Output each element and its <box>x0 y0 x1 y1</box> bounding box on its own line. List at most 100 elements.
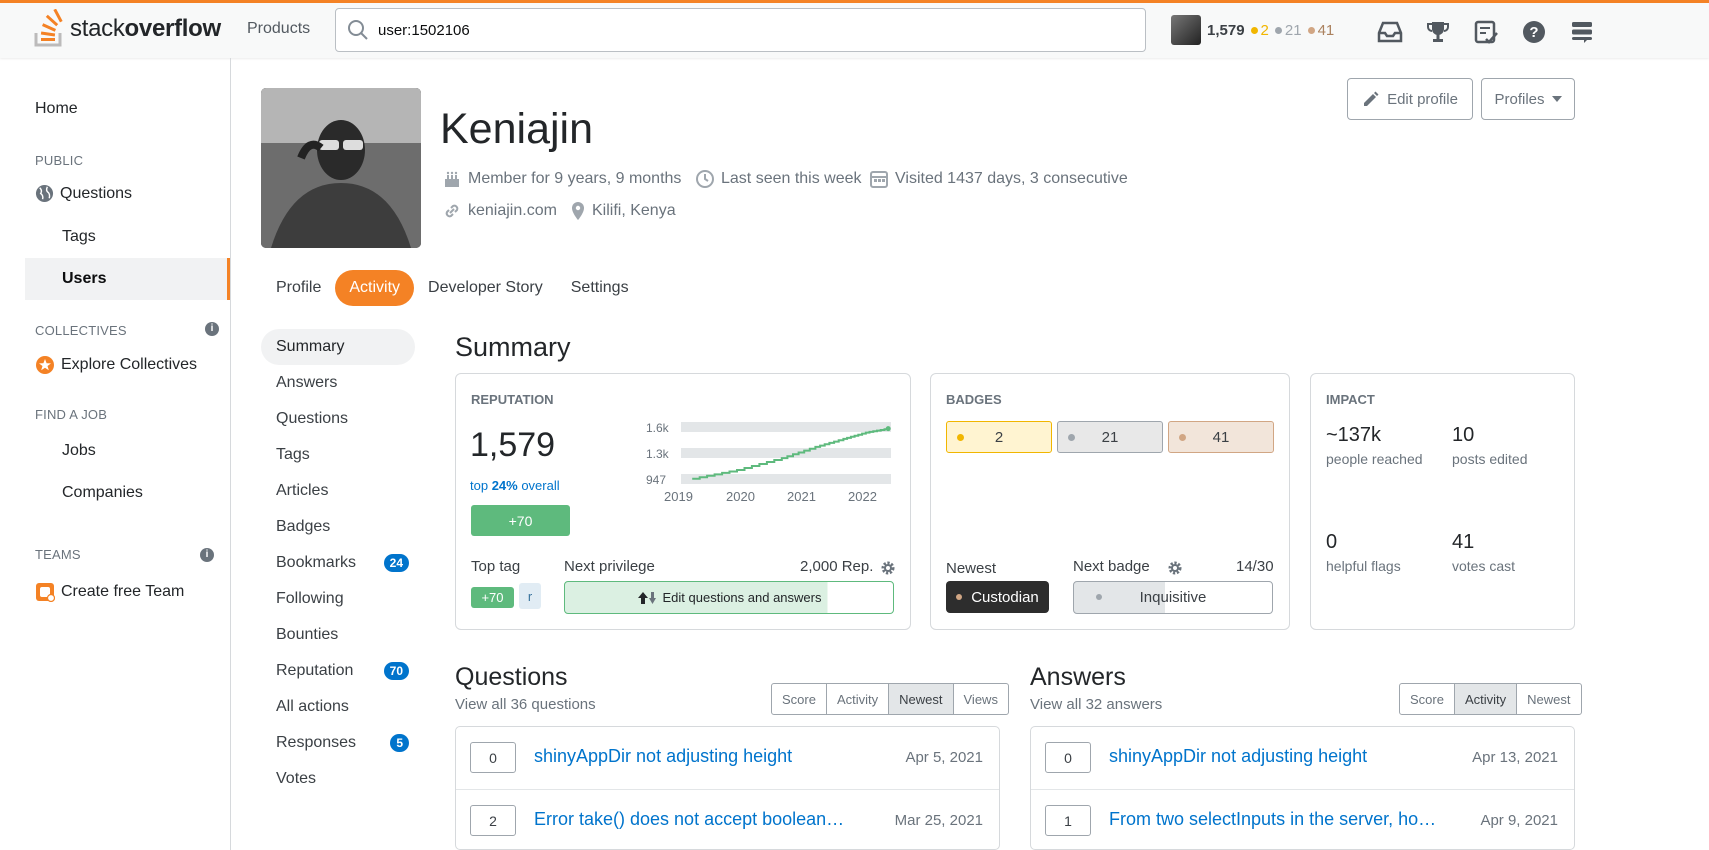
subnav-bookmarks[interactable]: Bookmarks 24 <box>261 545 415 581</box>
x-tick-label: 2020 <box>726 489 755 504</box>
top-tag-change: +70 <box>471 587 514 608</box>
questions-sort-views[interactable]: Views <box>952 684 1008 714</box>
subnav-answers[interactable]: Answers <box>261 365 415 401</box>
top-percentage[interactable]: top 24% overall <box>470 478 560 493</box>
location-pin-icon <box>572 202 584 220</box>
website-link[interactable]: keniajin.com <box>468 202 557 220</box>
reputation-count-badge: 70 <box>383 662 409 680</box>
edit-profile-button[interactable]: Edit profile <box>1347 78 1473 120</box>
nav-tags[interactable]: Tags <box>62 228 96 246</box>
review-icon[interactable] <box>1472 18 1499 45</box>
nav-explore-collectives[interactable]: Explore Collectives <box>35 355 197 375</box>
site-switcher-icon[interactable] <box>1568 18 1595 45</box>
inbox-icon[interactable] <box>1376 18 1403 45</box>
nav-home[interactable]: Home <box>35 100 78 118</box>
last-seen: Last seen this week <box>695 169 862 189</box>
newest-badge[interactable]: Custodian <box>946 581 1049 613</box>
nav-users[interactable]: Users <box>25 258 230 300</box>
stackoverflow-logo[interactable]: stackoverflow <box>34 9 221 49</box>
votes-cast-label: votes cast <box>1452 558 1516 574</box>
subnav-badges[interactable]: Badges <box>261 509 415 545</box>
impact-heading: IMPACT <box>1326 392 1375 407</box>
silver-badges[interactable]: 21 <box>1057 421 1163 453</box>
next-privilege-label: Next privilege <box>564 558 655 575</box>
subnav-bounties[interactable]: Bounties <box>261 617 415 653</box>
subnav-following[interactable]: Following <box>261 581 415 617</box>
help-icon[interactable]: ? <box>1520 18 1547 45</box>
visited-text: Visited 1437 days, 3 consecutive <box>895 170 1128 187</box>
profile-name: Keniajin <box>440 105 593 153</box>
search-input[interactable] <box>378 21 1098 39</box>
search-box[interactable] <box>335 8 1146 52</box>
tab-activity[interactable]: Activity <box>335 270 415 306</box>
question-title-link[interactable]: Error take() does not accept boolean… <box>534 809 844 830</box>
left-sidebar: Home PUBLIC Questions Tags Users COLLECT… <box>0 58 231 850</box>
answers-sort-score[interactable]: Score <box>1400 684 1454 714</box>
subnav-summary[interactable]: Summary <box>261 329 415 365</box>
website[interactable]: keniajin.com <box>442 201 557 221</box>
answer-date: Apr 9, 2021 <box>1480 812 1558 829</box>
answers-sort-activity[interactable]: Activity <box>1453 684 1517 714</box>
view-all-answers-link[interactable]: View all 32 answers <box>1030 696 1162 713</box>
questions-sort-newest[interactable]: Newest <box>888 684 953 714</box>
nav-questions[interactable]: Questions <box>35 184 132 203</box>
votes-cast-value: 41 <box>1452 531 1475 553</box>
bronze-badges[interactable]: 41 <box>1168 421 1274 453</box>
question-date: Apr 5, 2021 <box>905 749 983 766</box>
grid-band-top <box>681 422 891 432</box>
nav-companies[interactable]: Companies <box>62 484 143 502</box>
gear-icon[interactable] <box>1167 560 1183 576</box>
subnav-questions[interactable]: Questions <box>261 401 415 437</box>
avatar[interactable] <box>1171 15 1201 45</box>
answers-sort-newest[interactable]: Newest <box>1516 684 1580 714</box>
gear-icon[interactable] <box>880 560 896 576</box>
badges-card: BADGES 2 21 41 Newest Custodian Next bad… <box>930 373 1290 630</box>
answer-title-link[interactable]: From two selectInputs in the server, ho… <box>1109 809 1436 830</box>
profile-avatar[interactable] <box>261 88 421 248</box>
top-tag-r[interactable]: r <box>519 583 541 609</box>
questions-sort-score[interactable]: Score <box>772 684 826 714</box>
next-privilege-progress[interactable]: Edit questions and answers <box>564 581 894 614</box>
reputation-change[interactable]: +70 <box>471 505 570 536</box>
helpful-flags-label: helpful flags <box>1326 558 1401 574</box>
edit-profile-label: Edit profile <box>1387 90 1458 108</box>
profiles-dropdown[interactable]: Profiles <box>1481 78 1575 120</box>
questions-sort-activity[interactable]: Activity <box>825 684 888 714</box>
user-summary[interactable]: 1,579 2 21 41 <box>1171 15 1334 45</box>
nav-users-label: Users <box>62 270 107 287</box>
tab-developer-story[interactable]: Developer Story <box>414 270 557 306</box>
subnav-responses[interactable]: Responses 5 <box>261 725 415 761</box>
teams-info-icon[interactable]: i <box>200 548 214 562</box>
subnav-tags[interactable]: Tags <box>261 437 415 473</box>
nav-jobs[interactable]: Jobs <box>62 442 96 460</box>
nav-create-team[interactable]: Create free Team <box>35 582 184 602</box>
view-all-questions-link[interactable]: View all 36 questions <box>455 696 596 713</box>
answer-score: 1 <box>1045 805 1091 836</box>
top-bar: stackoverflow Products 1,579 2 21 41 ? <box>0 0 1709 58</box>
next-badge-bar[interactable]: Inquisitive <box>1073 581 1273 614</box>
achievements-icon[interactable] <box>1424 18 1451 45</box>
svg-text:?: ? <box>1529 24 1538 41</box>
tab-settings[interactable]: Settings <box>557 270 643 306</box>
responses-count-badge: 5 <box>390 734 409 752</box>
subnav-all-actions[interactable]: All actions <box>261 689 415 725</box>
tab-profile[interactable]: Profile <box>262 270 335 306</box>
question-title-link[interactable]: shinyAppDir not adjusting height <box>534 746 792 767</box>
subnav-votes[interactable]: Votes <box>261 761 415 797</box>
visited-days: Visited 1437 days, 3 consecutive <box>869 169 1128 189</box>
products-menu[interactable]: Products <box>247 20 310 38</box>
question-date: Mar 25, 2021 <box>894 812 983 829</box>
answer-date: Apr 13, 2021 <box>1472 749 1558 766</box>
collectives-info-icon[interactable]: i <box>205 322 219 336</box>
answers-title: Answers <box>1030 663 1126 691</box>
answer-title-link[interactable]: shinyAppDir not adjusting height <box>1109 746 1367 767</box>
list-item: 0 shinyAppDir not adjusting height Apr 1… <box>1031 727 1574 790</box>
profile-tabs: Profile Activity Developer Story Setting… <box>262 270 643 306</box>
gold-badges[interactable]: 2 <box>946 421 1052 453</box>
reputation-chart: 1.6k 1.3k 947 2019 2020 2021 2022 <box>646 421 891 504</box>
subnav-reputation[interactable]: Reputation 70 <box>261 653 415 689</box>
subnav-articles[interactable]: Articles <box>261 473 415 509</box>
nav-heading-teams: TEAMS <box>35 547 81 562</box>
posts-edited-value: 10 <box>1452 424 1475 446</box>
vote-arrows-icon <box>637 591 656 604</box>
